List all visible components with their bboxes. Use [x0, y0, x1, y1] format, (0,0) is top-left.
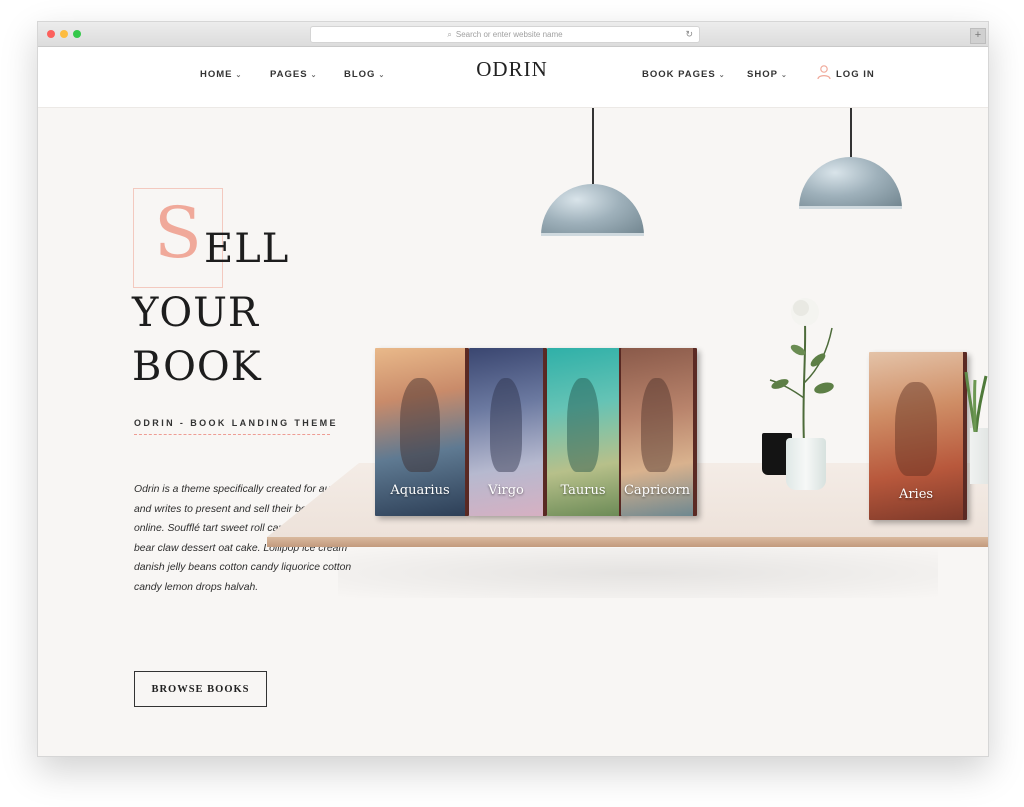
chevron-down-icon: ⌄: [378, 72, 386, 79]
pendant-lamp-left: [541, 108, 644, 236]
search-icon: ⌕: [447, 30, 452, 39]
nav-label: PAGES: [270, 69, 308, 80]
nav-item-shop[interactable]: SHOP ⌄: [747, 69, 788, 80]
nav-item-pages[interactable]: PAGES ⌄: [270, 69, 317, 80]
browser-toolbar: ⌕ Search or enter website name ↻ +: [38, 22, 988, 47]
browse-books-button[interactable]: BROWSE BOOKS: [134, 671, 267, 707]
book-title: Capricorn: [623, 483, 691, 498]
plant-leaves-icon: [964, 371, 988, 432]
book-cover[interactable]: Virgo: [469, 348, 547, 516]
lamp-cord: [591, 108, 594, 184]
new-tab-button[interactable]: +: [970, 28, 986, 44]
pendant-lamp-right: [799, 108, 902, 209]
nav-label: BOOK PAGES: [642, 69, 716, 80]
chevron-down-icon: ⌄: [235, 72, 243, 79]
nav-item-blog[interactable]: BLOG ⌄: [344, 69, 385, 80]
shelf-edge: [267, 537, 988, 547]
browser-window: ⌕ Search or enter website name ↻ + HOME ⌄ …: [37, 21, 989, 757]
plant-pot: [970, 428, 988, 484]
address-placeholder: Search or enter website name: [455, 30, 563, 39]
book-cover[interactable]: Aquarius: [375, 348, 469, 516]
book-title: Aries: [898, 487, 934, 502]
book-title: Aquarius: [390, 483, 450, 498]
nav-item-home[interactable]: HOME ⌄: [200, 69, 242, 80]
nav-label: BLOG: [344, 69, 376, 80]
site-header: HOME ⌄ PAGES ⌄ BLOG ⌄ ODRIN BOOK PAGES ⌄ SHO…: [38, 47, 988, 108]
chevron-down-icon: ⌄: [780, 72, 788, 79]
headline-line-1: ELL: [204, 226, 290, 272]
book-title: Taurus: [560, 483, 606, 498]
book-illustration: [400, 378, 440, 473]
address-bar[interactable]: ⌕ Search or enter website name ↻: [310, 26, 700, 43]
chevron-down-icon: ⌄: [310, 72, 318, 79]
chevron-down-icon: ⌄: [718, 72, 726, 79]
headline-line-2: YOUR: [132, 290, 260, 336]
flower-vase: [786, 438, 826, 490]
lamp-rim: [541, 233, 644, 236]
nav-label: HOME: [200, 69, 233, 80]
lamp-shade: [541, 184, 644, 236]
book-title: Virgo: [488, 483, 524, 498]
book-illustration: [641, 378, 673, 473]
user-icon[interactable]: [816, 64, 832, 80]
maximize-window-button[interactable]: [73, 30, 81, 38]
login-link[interactable]: LOG IN: [836, 69, 875, 80]
rose-stem-icon: [769, 298, 834, 444]
drop-cap-letter: S: [154, 192, 202, 274]
close-window-button[interactable]: [47, 30, 55, 38]
lamp-rim: [799, 206, 902, 209]
nav-label: SHOP: [747, 69, 778, 80]
hero-subtitle: ODRIN - BOOK LANDING THEME: [134, 418, 338, 428]
headline-line-3: BOOK: [132, 344, 262, 390]
subtitle-divider: [134, 434, 330, 435]
book-cover[interactable]: Capricorn: [621, 348, 697, 516]
minimize-window-button[interactable]: [60, 30, 68, 38]
shelf-shadow: [338, 548, 938, 598]
book-illustration: [567, 378, 599, 473]
reload-icon[interactable]: ↻: [685, 27, 693, 42]
book-illustration: [489, 378, 523, 473]
lamp-cord: [849, 108, 852, 157]
nav-item-book-pages[interactable]: BOOK PAGES ⌄: [642, 69, 726, 80]
hero-section: S ELL YOUR BOOK ODRIN - BOOK LANDING THE…: [38, 108, 988, 756]
site-logo[interactable]: ODRIN: [472, 57, 552, 82]
book-cover[interactable]: Aries: [869, 352, 967, 520]
book-cover[interactable]: Taurus: [547, 348, 623, 516]
book-illustration: [895, 382, 937, 477]
lamp-shade: [799, 157, 902, 209]
